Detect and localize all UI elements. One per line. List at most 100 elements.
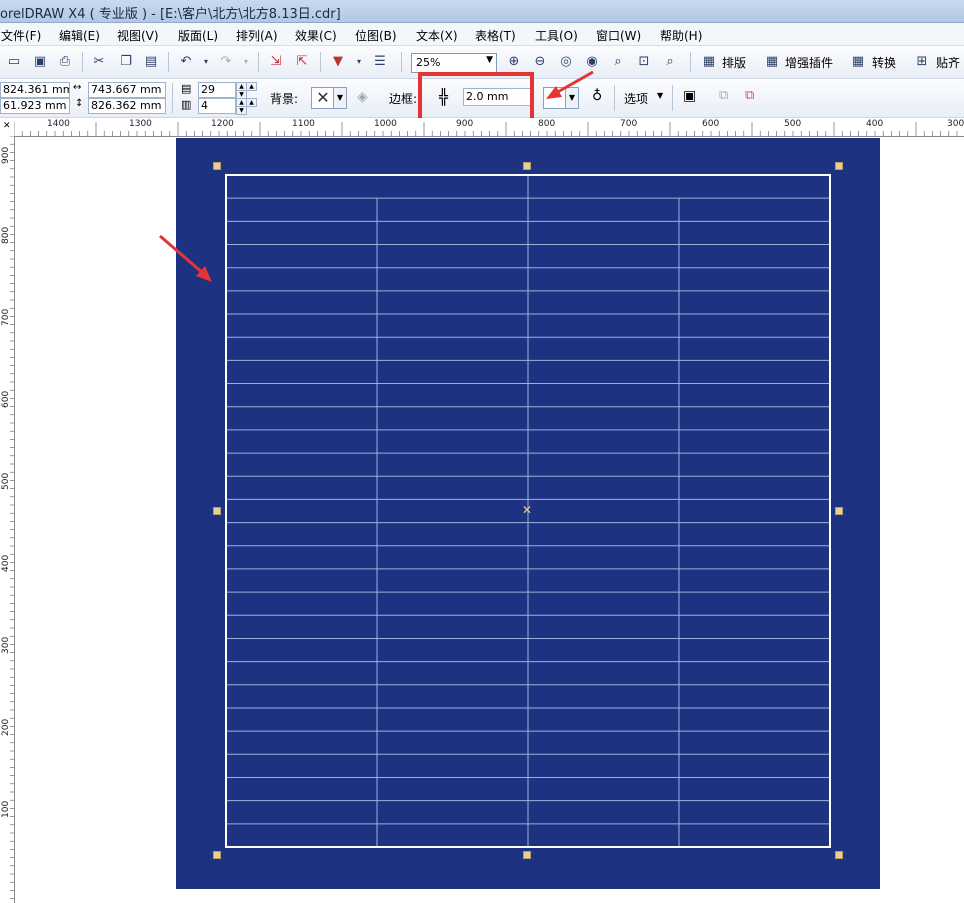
zoom-all-objects-icon[interactable]: ◉ xyxy=(584,54,600,70)
outline-pen-icon[interactable]: ♁ xyxy=(592,88,602,104)
ruler-label: 800 xyxy=(1,226,11,244)
object-height-field[interactable]: 826.362 mm xyxy=(88,98,166,114)
save-icon[interactable]: ▣ xyxy=(32,54,48,70)
table-rows-field[interactable]: 29 xyxy=(198,82,236,98)
zoom-page-width-icon[interactable]: ⊡ xyxy=(636,54,652,70)
welcome-screen-icon[interactable]: ☰ xyxy=(372,54,388,70)
zoom-level-select[interactable]: 25% ▼ xyxy=(411,53,497,73)
options-dropdown-icon[interactable]: ▼ xyxy=(657,91,663,100)
new-document-icon[interactable]: ▭ xyxy=(6,54,22,70)
selection-handle-top-right[interactable] xyxy=(835,162,843,170)
options-button[interactable]: 选项 xyxy=(624,90,648,107)
menu-layout[interactable]: 版面(L) xyxy=(178,27,218,44)
ruler-label: 200 xyxy=(1,718,11,736)
menu-window[interactable]: 窗口(W) xyxy=(596,27,641,44)
menu-view[interactable]: 视图(V) xyxy=(117,27,159,44)
convert-plugin-icon[interactable]: ▦ xyxy=(850,54,866,70)
no-fill-icon[interactable]: ✕ xyxy=(311,87,335,109)
toolbar-separator xyxy=(82,52,83,72)
redo-icon[interactable]: ↷ xyxy=(218,54,234,70)
window-title: orelDRAW X4 ( 专业版 ) - [E:\客户\北方\北方8.13日.… xyxy=(0,7,341,22)
edit-fill-icon[interactable]: ◈ xyxy=(357,89,368,105)
enhance-plugin-icon[interactable]: ▦ xyxy=(764,54,780,70)
border-color-swatch[interactable] xyxy=(543,87,567,109)
vertical-ruler-ticks xyxy=(10,136,14,899)
arrange-icon[interactable]: ⧉ xyxy=(719,88,728,103)
ruler-label: 600 xyxy=(702,119,720,129)
typesetting-plugin-icon[interactable]: ▦ xyxy=(701,54,717,70)
background-dropdown-icon[interactable]: ▼ xyxy=(333,87,347,109)
typesetting-plugin-button[interactable]: 排版 xyxy=(722,54,746,71)
width-icon: ↔ xyxy=(73,82,82,93)
vertical-ruler[interactable]: 900 800 700 600 500 400 300 200 100 xyxy=(0,136,15,903)
menu-bitmaps[interactable]: 位图(B) xyxy=(355,27,397,44)
object-y-field[interactable]: 61.923 mm xyxy=(0,98,70,114)
print-icon[interactable]: ⎙ xyxy=(57,54,73,70)
copy-icon[interactable]: ❐ xyxy=(118,54,134,70)
menu-help[interactable]: 帮助(H) xyxy=(660,27,702,44)
selection-handle-left[interactable] xyxy=(213,507,221,515)
cols-spinner-up-icon[interactable]: ▲ xyxy=(246,98,257,107)
rows-spinner-up-icon[interactable]: ▲ xyxy=(246,82,257,91)
convert-plugin-button[interactable]: 转换 xyxy=(872,54,896,71)
selection-handle-top-left[interactable] xyxy=(213,162,221,170)
menu-arrange[interactable]: 排列(A) xyxy=(236,27,278,44)
selection-handle-bottom-right[interactable] xyxy=(835,851,843,859)
object-width-field[interactable]: 743.667 mm xyxy=(88,82,166,98)
menu-tools[interactable]: 工具(O) xyxy=(535,27,578,44)
menu-file[interactable]: 文件(F) xyxy=(1,27,41,44)
horizontal-ruler[interactable]: 1400 1300 1200 1100 1000 900 800 700 600… xyxy=(14,118,964,137)
selection-handle-bottom-left[interactable] xyxy=(213,851,221,859)
zoom-page-icon[interactable]: ⌕ xyxy=(610,54,626,70)
table-columns-icon: ▥ xyxy=(181,98,192,111)
menu-table[interactable]: 表格(T) xyxy=(475,27,516,44)
annotation-highlight-box xyxy=(418,72,534,124)
menu-text[interactable]: 文本(X) xyxy=(416,27,458,44)
height-icon: ↕ xyxy=(75,98,84,109)
ruler-label: 700 xyxy=(1,308,11,326)
snap-plugin-button[interactable]: 贴齐 xyxy=(936,54,960,71)
title-bar: orelDRAW X4 ( 专业版 ) - [E:\客户\北方\北方8.13日.… xyxy=(0,0,964,23)
cut-icon[interactable]: ✂ xyxy=(91,54,107,70)
ruler-label: 1000 xyxy=(374,119,397,129)
table-columns-field[interactable]: 4 xyxy=(198,98,236,114)
zoom-in-icon[interactable]: ⊕ xyxy=(506,54,522,70)
toolbar-separator xyxy=(614,85,615,111)
undo-icon[interactable]: ↶ xyxy=(178,54,194,70)
zoom-selected-icon[interactable]: ◎ xyxy=(558,54,574,70)
ruler-label: 900 xyxy=(456,119,474,129)
toolbar-separator xyxy=(172,83,173,113)
application-launcher-icon[interactable]: ▼ xyxy=(330,54,346,70)
object-x-field[interactable]: 824.361 mm xyxy=(0,82,70,98)
selection-handle-right[interactable] xyxy=(835,507,843,515)
export-icon[interactable]: ⇱ xyxy=(294,54,310,70)
menu-effects[interactable]: 效果(C) xyxy=(295,27,337,44)
cols-spinner-down-icon[interactable]: ▼ xyxy=(236,106,247,115)
zoom-out-icon[interactable]: ⊖ xyxy=(532,54,548,70)
chevron-down-icon: ▼ xyxy=(486,55,493,65)
ruler-label: 700 xyxy=(620,119,638,129)
paste-icon[interactable]: ▤ xyxy=(143,54,159,70)
ruler-label: 600 xyxy=(1,390,11,408)
zoom-page-height-icon[interactable]: ⌕ xyxy=(662,54,678,70)
import-icon[interactable]: ⇲ xyxy=(268,54,284,70)
ruler-label: 1400 xyxy=(47,119,70,129)
border-color-dropdown-icon[interactable]: ▼ xyxy=(565,87,579,109)
ruler-label: 500 xyxy=(784,119,802,129)
text-wrap-icon[interactable]: ▣ xyxy=(683,88,696,104)
selection-handle-top[interactable] xyxy=(523,162,531,170)
ruler-label: 400 xyxy=(1,554,11,572)
enhance-plugin-button[interactable]: 增强插件 xyxy=(785,54,833,71)
selection-handle-bottom[interactable] xyxy=(523,851,531,859)
toolbar-separator xyxy=(320,52,321,72)
ruler-label: 900 xyxy=(1,146,11,164)
snap-plugin-icon[interactable]: ⊞ xyxy=(914,54,930,70)
toolbar-separator xyxy=(258,52,259,72)
ruler-label: 1300 xyxy=(129,119,152,129)
undo-dropdown-icon[interactable]: ▾ xyxy=(198,54,214,70)
ruler-origin-corner[interactable]: ✕ xyxy=(0,118,15,137)
break-apart-icon[interactable]: ⧉ xyxy=(745,88,754,103)
launcher-dropdown-icon[interactable]: ▾ xyxy=(351,54,367,70)
menu-edit[interactable]: 编辑(E) xyxy=(59,27,100,44)
redo-dropdown-icon[interactable]: ▾ xyxy=(238,54,254,70)
